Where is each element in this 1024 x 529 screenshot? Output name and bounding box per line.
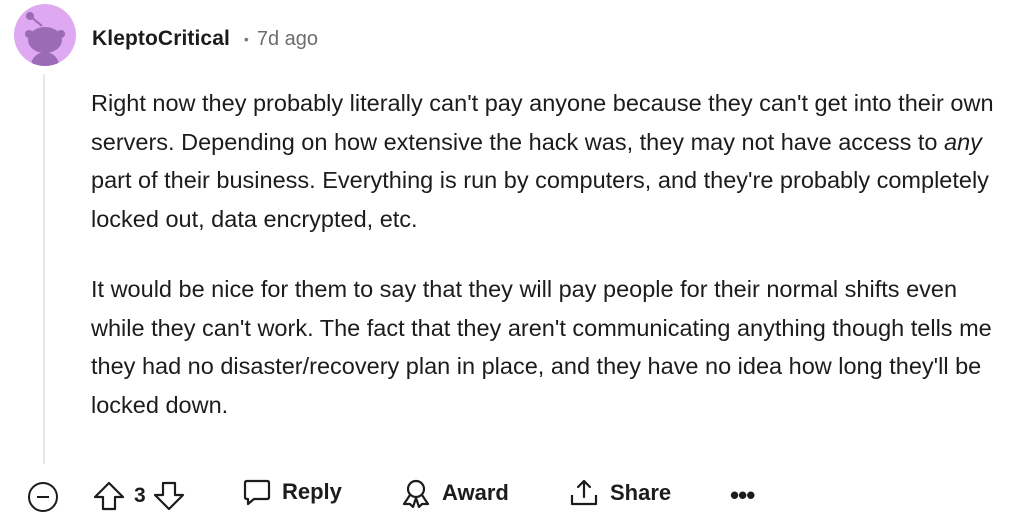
thread-line [43,74,45,464]
upvote-icon[interactable] [92,480,126,512]
vote-group: 3 [92,480,186,512]
collapse-button[interactable] [28,482,58,512]
reply-button[interactable]: Reply [242,478,342,506]
share-icon [570,479,598,506]
share-button[interactable]: Share [568,478,671,508]
downvote-icon[interactable] [152,480,186,512]
comment-paragraph: It would be nice for them to say that th… [91,276,992,418]
avatar[interactable] [14,4,76,66]
reply-icon [243,479,271,506]
username[interactable]: KleptoCritical [92,27,230,51]
vote-count: 3 [134,484,146,507]
snoo-icon [25,12,65,66]
comment-body: Right now they probably literally can't … [91,84,1016,424]
timestamp[interactable]: 7d ago [257,28,318,51]
emphasis-text: any [944,128,982,155]
separator-dot: • [243,31,249,47]
more-options-button[interactable]: ••• [730,480,755,510]
comment-header: KleptoCritical • 7d ago [92,25,318,53]
reply-label: Reply [282,479,342,504]
award-button[interactable]: Award [400,478,509,508]
comment-paragraph: Right now they probably literally can't … [91,90,994,232]
award-label: Award [442,480,509,505]
award-icon [402,479,430,508]
share-label: Share [610,480,672,505]
